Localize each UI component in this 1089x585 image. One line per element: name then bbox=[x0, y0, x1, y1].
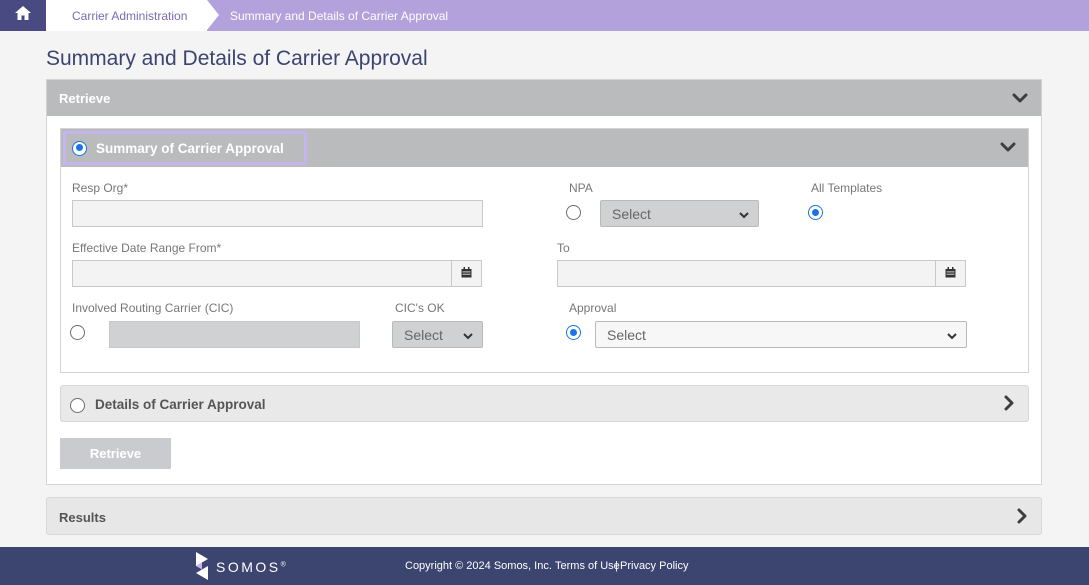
approval-radio[interactable] bbox=[566, 325, 581, 340]
to-label: To bbox=[557, 241, 570, 255]
effective-date-from-label: Effective Date Range From* bbox=[72, 241, 222, 255]
calendar-button[interactable] bbox=[451, 260, 482, 287]
home-icon bbox=[14, 5, 32, 26]
chevron-down-icon bbox=[946, 329, 958, 341]
chevron-down-icon[interactable] bbox=[1010, 88, 1030, 108]
privacy-policy-link[interactable]: Privacy Policy bbox=[620, 560, 688, 572]
footer: SOMOS® Copyright © 2024 Somos, Inc. Term… bbox=[0, 547, 1089, 585]
cics-ok-label: CIC's OK bbox=[395, 301, 445, 315]
retrieve-button[interactable]: Retrieve bbox=[60, 438, 171, 469]
cics-ok-select-value: Select bbox=[404, 326, 443, 343]
details-radio[interactable] bbox=[70, 398, 85, 413]
chevron-down-icon[interactable] bbox=[998, 137, 1018, 157]
chevron-right-icon[interactable] bbox=[1012, 506, 1032, 526]
effective-date-from-input[interactable] bbox=[72, 260, 482, 287]
effective-date-to-input[interactable] bbox=[557, 260, 966, 287]
summary-option[interactable]: Summary of Carrier Approval bbox=[63, 131, 307, 165]
approval-select-value: Select bbox=[607, 326, 646, 343]
breadcrumb: Carrier Administration Summary and Detai… bbox=[0, 0, 1089, 31]
npa-radio[interactable] bbox=[566, 205, 581, 220]
summary-radio[interactable] bbox=[72, 140, 87, 156]
results-panel-title: Results bbox=[59, 510, 106, 525]
copyright-text: Copyright © 2024 Somos, Inc. bbox=[405, 560, 552, 572]
retrieve-panel: Retrieve Summary of Carrier Approval Res… bbox=[46, 79, 1042, 485]
npa-select[interactable]: Select bbox=[600, 200, 759, 227]
npa-label: NPA bbox=[569, 181, 593, 195]
cics-ok-select[interactable]: Select bbox=[392, 321, 483, 348]
approval-select[interactable]: Select bbox=[595, 321, 967, 348]
all-templates-radio[interactable] bbox=[808, 205, 823, 220]
retrieve-panel-header[interactable]: Retrieve bbox=[47, 80, 1041, 116]
calendar-icon bbox=[945, 265, 956, 283]
chevron-down-icon bbox=[462, 329, 474, 341]
breadcrumb-item-label: Carrier Administration bbox=[72, 8, 188, 23]
npa-select-value: Select bbox=[612, 205, 651, 222]
breadcrumb-item-current: Summary and Details of Carrier Approval bbox=[230, 0, 448, 31]
resp-org-label: Resp Org* bbox=[72, 181, 129, 195]
chevron-right-icon[interactable] bbox=[999, 393, 1019, 413]
breadcrumb-separator bbox=[207, 0, 219, 30]
terms-of-use-link[interactable]: Terms of Use bbox=[555, 560, 620, 572]
breadcrumb-item-label: Summary and Details of Carrier Approval bbox=[230, 8, 449, 23]
summary-panel-header[interactable]: Summary of Carrier Approval bbox=[61, 129, 1028, 167]
details-panel-header[interactable]: Details of Carrier Approval bbox=[60, 385, 1029, 422]
all-templates-label: All Templates bbox=[811, 181, 883, 195]
footer-separator: | bbox=[615, 560, 618, 572]
summary-label: Summary of Carrier Approval bbox=[96, 140, 284, 156]
home-button[interactable] bbox=[0, 0, 46, 31]
retrieve-panel-title: Retrieve bbox=[59, 91, 111, 106]
involved-cic-input[interactable] bbox=[109, 321, 360, 348]
breadcrumb-item-carrier-administration[interactable]: Carrier Administration bbox=[46, 0, 207, 31]
calendar-icon bbox=[461, 265, 472, 283]
calendar-button[interactable] bbox=[935, 260, 966, 287]
page-title: Summary and Details of Carrier Approval bbox=[46, 47, 428, 70]
summary-panel: Summary of Carrier Approval Resp Org* NP… bbox=[60, 128, 1029, 373]
details-label: Details of Carrier Approval bbox=[95, 397, 266, 412]
results-panel-header[interactable]: Results bbox=[46, 497, 1042, 535]
approval-label: Approval bbox=[569, 301, 617, 315]
involved-cic-label: Involved Routing Carrier (CIC) bbox=[72, 301, 234, 315]
involved-cic-radio[interactable] bbox=[70, 325, 85, 340]
somos-logo-text: SOMOS® bbox=[216, 559, 286, 575]
chevron-down-icon bbox=[738, 208, 750, 220]
somos-logo-icon bbox=[192, 550, 212, 585]
resp-org-input[interactable] bbox=[72, 200, 483, 227]
